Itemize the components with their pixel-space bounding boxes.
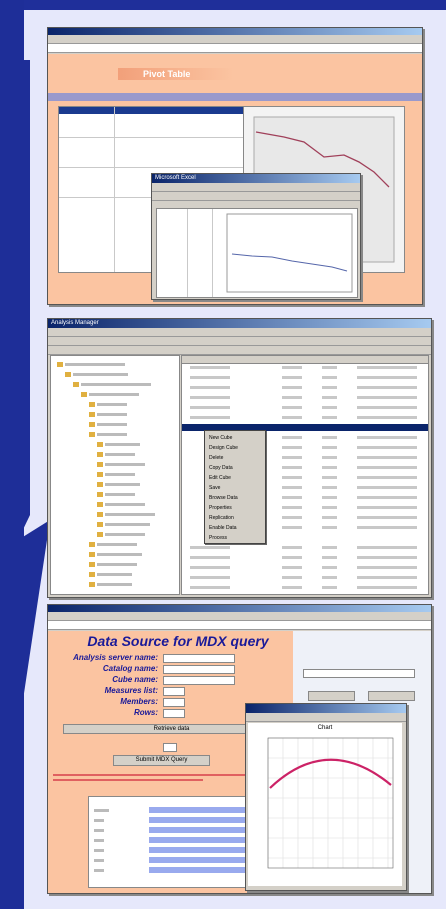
menu-bar: [48, 328, 431, 337]
list-pane[interactable]: New Cube Design Cube Delete Copy Data Edit C…: [181, 355, 429, 595]
context-menu-item[interactable]: Replication: [205, 513, 265, 523]
inset-formula-bar: [152, 192, 360, 201]
form-input[interactable]: [163, 709, 185, 718]
inset-sheet[interactable]: [156, 208, 358, 298]
context-menu-item[interactable]: Save: [205, 483, 265, 493]
chart-area: Chart: [248, 723, 402, 886]
form-label: Members:: [120, 697, 158, 706]
tab-bar: [48, 346, 431, 355]
form-label: Catalog name:: [102, 664, 158, 673]
chart-window[interactable]: Chart: [245, 703, 407, 891]
form-input[interactable]: [163, 698, 185, 707]
inset-chart-svg: [226, 213, 353, 293]
param-input[interactable]: [163, 743, 177, 752]
context-menu-item[interactable]: Browse Data: [205, 493, 265, 503]
form-row: Measures list:: [48, 686, 293, 697]
menu-toolbar: [48, 35, 422, 44]
tree-svg: [57, 362, 155, 587]
form-label: Cube name:: [112, 675, 158, 684]
form-row: Cube name:: [48, 675, 293, 686]
form-input[interactable]: [163, 654, 235, 663]
form-label: Analysis server name:: [73, 653, 158, 662]
window-titlebar: [48, 28, 422, 35]
context-menu-item[interactable]: Delete: [205, 453, 265, 463]
form-label: Measures list:: [104, 686, 158, 695]
context-menu-item[interactable]: Copy Data: [205, 463, 265, 473]
banner-title: Pivot Table: [118, 68, 233, 80]
chart-window-titlebar: [246, 704, 406, 713]
window-titlebar: [48, 605, 431, 612]
context-menu-item[interactable]: Edit Cube: [205, 473, 265, 483]
context-menu-item[interactable]: Enable Data: [205, 523, 265, 533]
context-menu-item[interactable]: Process: [205, 533, 265, 543]
inset-titlebar: Microsoft Excel: [152, 174, 360, 183]
analysis-manager-screen: Analysis Manager New Cube Design Cube De…: [47, 318, 432, 598]
submit-mdx-query-button[interactable]: Submit MDX Query: [113, 755, 210, 766]
form-label: Rows:: [134, 708, 158, 717]
curve-chart-svg: [267, 737, 394, 869]
mdx-query-screen: Data Source for MDX query Analysis serve…: [47, 604, 432, 894]
form-input[interactable]: [163, 676, 235, 685]
form-row: Analysis server name:: [48, 653, 293, 664]
window-titlebar: Analysis Manager: [48, 319, 431, 328]
form-row: Catalog name:: [48, 664, 293, 675]
form-input[interactable]: [163, 665, 235, 674]
form-title: Data Source for MDX query: [87, 633, 269, 649]
results-table-svg: [94, 807, 249, 873]
results-table: [88, 796, 260, 888]
address-bar: [48, 621, 431, 630]
context-menu-item[interactable]: Properties: [205, 503, 265, 513]
context-menu-item[interactable]: Design Cube: [205, 443, 265, 453]
context-menu-item[interactable]: New Cube: [205, 433, 265, 443]
chart-title: Chart: [317, 725, 333, 731]
chart-window-menu: [246, 713, 406, 722]
tree-pane[interactable]: [50, 355, 180, 595]
form-input[interactable]: [163, 687, 185, 696]
excel-chart-screen: Pivot Table Microsoft Excel: [47, 27, 423, 305]
inset-toolbar: [152, 183, 360, 192]
menu-toolbar: [48, 612, 431, 621]
address-bar: [48, 44, 422, 53]
context-menu[interactable]: New Cube Design Cube Delete Copy Data Edit C…: [204, 430, 266, 544]
section-header: [48, 93, 422, 101]
excel-inset-window[interactable]: Microsoft Excel: [151, 173, 361, 300]
toolbar: [48, 337, 431, 346]
